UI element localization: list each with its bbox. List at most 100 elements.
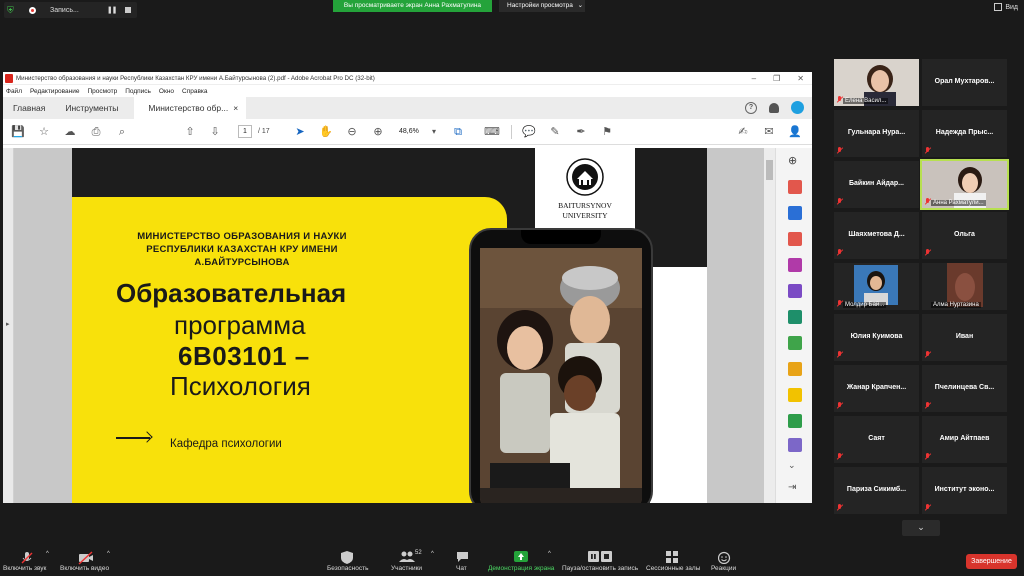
zoom-level[interactable]: 48,6% (399, 128, 419, 135)
fill-sign-icon[interactable] (788, 284, 802, 298)
next-page-button[interactable]: ⌄ (902, 520, 940, 536)
compress-icon[interactable] (788, 336, 802, 350)
unmute-options-chevron[interactable]: ^ (46, 551, 49, 557)
pen-icon[interactable]: ✎ (548, 125, 562, 139)
participant-tile[interactable]: Саят (834, 416, 919, 463)
share-screen-icon[interactable] (514, 551, 528, 563)
zoom-tool-icon[interactable]: ⊕ (788, 154, 802, 168)
video-options-chevron[interactable]: ^ (107, 551, 110, 557)
hand-icon[interactable]: ✋ (319, 125, 333, 139)
breakout-label[interactable]: Сессионные залы (646, 565, 700, 572)
vertical-scrollbar[interactable] (764, 148, 775, 503)
edit-pdf-icon[interactable] (788, 206, 802, 220)
video-off-icon[interactable] (78, 551, 94, 565)
menu-sign[interactable]: Подпись (125, 88, 151, 95)
search-icon[interactable]: ⌕ (115, 125, 129, 139)
participant-tile[interactable]: Орал Мухтаров... (922, 59, 1007, 106)
participant-tile[interactable]: Надежда Прыс... (922, 110, 1007, 157)
participant-tile[interactable]: Елена Васил... (834, 59, 919, 106)
zoom-out-icon[interactable]: ⊖ (345, 125, 359, 139)
keyboard-icon[interactable]: ⌨ (484, 125, 500, 139)
share-options-chevron[interactable]: ^ (548, 551, 551, 557)
participants-icon[interactable] (399, 551, 415, 563)
left-panel-toggle[interactable]: ▸ (3, 148, 14, 503)
page-down-icon[interactable]: ⇩ (208, 125, 222, 139)
chat-icon[interactable] (456, 551, 469, 563)
organize-pages-icon[interactable] (788, 258, 802, 272)
menu-edit[interactable]: Редактирование (30, 88, 80, 95)
view-mode-button[interactable]: Вид (994, 3, 1018, 11)
tab-home[interactable]: Главная (3, 103, 55, 119)
tab-document[interactable]: Министерство обр... × (134, 97, 247, 119)
comment-icon[interactable]: 💬 (522, 125, 536, 139)
participant-tile-active[interactable]: Анна Рахматули... (920, 159, 1009, 210)
unmute-label[interactable]: Включить звук (3, 565, 46, 572)
participant-tile[interactable]: Институт эконо... (922, 467, 1007, 514)
reactions-label[interactable]: Реакции (711, 565, 736, 572)
participant-tile[interactable]: Алма Нуртазина (922, 263, 1007, 310)
minimize-icon[interactable]: – (752, 74, 756, 83)
chevron-down-icon[interactable]: ▾ (427, 125, 441, 139)
participant-tile[interactable]: Иван (922, 314, 1007, 361)
participants-label[interactable]: Участники (391, 565, 422, 572)
print-production-icon[interactable] (788, 414, 802, 428)
more-tools-icon[interactable] (788, 438, 802, 452)
pause-record-label[interactable]: Пауза/остановить запись (562, 565, 638, 572)
participant-tile[interactable]: Амир Айтпаев (922, 416, 1007, 463)
pause-stop-record-icon[interactable] (588, 551, 612, 563)
participant-tile[interactable]: Молдир Бай... (834, 263, 919, 310)
participant-tile[interactable]: Шаяхметова Д... (834, 212, 919, 259)
add-user-icon[interactable]: 👤 (788, 125, 802, 139)
document-area[interactable]: ▸ МИНИСТЕРСТВО ОБРАЗОВАНИЯ И НАУКИ РЕСПУ… (3, 148, 812, 503)
participants-options-chevron[interactable]: ^ (431, 551, 434, 557)
participant-tile[interactable]: Ольга (922, 212, 1007, 259)
select-cursor-icon[interactable]: ➤ (293, 125, 307, 139)
star-icon[interactable]: ☆ (37, 125, 51, 139)
view-settings-button[interactable]: Настройки просмотра ⌄ (499, 0, 585, 12)
muted-mic-icon[interactable] (20, 551, 34, 565)
breakout-rooms-icon[interactable] (666, 551, 678, 563)
save-icon[interactable]: 💾 (11, 125, 25, 139)
participant-tile[interactable]: Париза Сикимб... (834, 467, 919, 514)
upload-icon[interactable]: ☁ (63, 125, 77, 139)
stamp-icon[interactable]: ⚑ (600, 125, 614, 139)
tab-tools[interactable]: Инструменты (55, 103, 128, 119)
zoom-in-icon[interactable]: ⊕ (371, 125, 385, 139)
participant-tile[interactable]: Гульнара Нура... (834, 110, 919, 157)
menu-file[interactable]: Файл (6, 88, 22, 95)
export-pdf-icon[interactable] (788, 180, 802, 194)
protect-icon[interactable] (788, 362, 802, 376)
fit-page-icon[interactable]: ⧉ (451, 125, 465, 139)
security-shield-icon[interactable] (341, 551, 353, 564)
share-label[interactable]: Демонстрация экрана (488, 565, 554, 572)
send-review-icon[interactable] (788, 310, 802, 324)
page-number-input[interactable]: 1 (238, 125, 252, 138)
help-icon[interactable]: ? (745, 101, 757, 114)
chevron-right-icon[interactable]: ▸ (6, 320, 10, 328)
maximize-icon[interactable]: ❐ (773, 74, 780, 83)
print-icon[interactable]: ⎙ (89, 125, 103, 139)
stop-icon[interactable] (124, 7, 131, 13)
bell-icon[interactable] (769, 102, 779, 113)
recording-indicator[interactable]: ⛨ Запись... ❚❚ (4, 2, 137, 18)
profile-icon[interactable] (791, 101, 804, 114)
page-up-icon[interactable]: ⇧ (183, 125, 197, 139)
participant-tile[interactable]: Пчелинцева Св... (922, 365, 1007, 412)
close-icon[interactable]: ✕ (797, 74, 804, 83)
participant-tile[interactable]: Жанар Крапчен... (834, 365, 919, 412)
highlight-icon[interactable]: ✒ (574, 125, 588, 139)
chevron-down-icon[interactable]: ⌄ (788, 460, 802, 474)
participant-tile[interactable]: Юлия Куимова (834, 314, 919, 361)
menu-window[interactable]: Окно (159, 88, 174, 95)
comment-tool-icon[interactable] (788, 388, 802, 402)
chat-label[interactable]: Чат (456, 565, 467, 572)
menu-view[interactable]: Просмотр (88, 88, 118, 95)
pause-icon[interactable]: ❚❚ (107, 6, 118, 14)
start-video-label[interactable]: Включить видео (60, 565, 109, 572)
scrollbar-thumb[interactable] (766, 160, 773, 180)
create-pdf-icon[interactable] (788, 232, 802, 246)
mail-icon[interactable]: ✉ (762, 125, 776, 139)
reactions-icon[interactable] (718, 551, 731, 564)
security-label[interactable]: Безопасность (327, 565, 368, 572)
sign-icon[interactable]: ✍ (736, 125, 750, 139)
